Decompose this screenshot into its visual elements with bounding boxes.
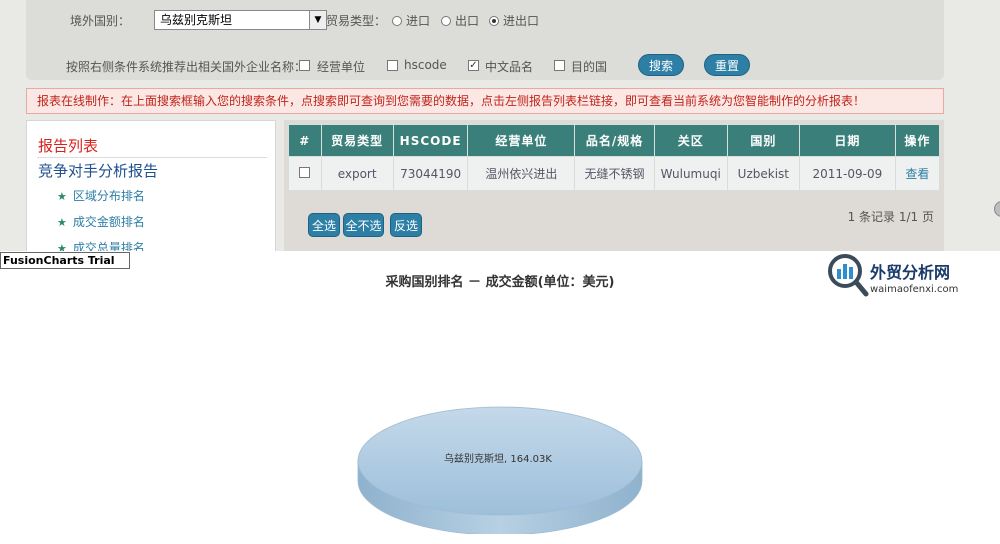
sidebar-item-label: 区域分布排名 — [72, 189, 145, 203]
search-box: 境外国别： 乌兹别克斯坦 ▼ 贸易类型： 进口 出口 进出口 按照右侧条件系统推… — [26, 0, 944, 80]
record-count: 1 条记录 1/1 页 — [847, 210, 934, 224]
sidebar-item-label: 成交总量排名 — [72, 241, 145, 251]
cell-date: 2011-09-09 — [799, 156, 896, 191]
cell-hscode: 73044190 — [392, 156, 469, 191]
cell-product: 无缝不锈钢 — [574, 156, 655, 191]
col-country: 国别 — [726, 124, 801, 157]
checkbox-business-unit[interactable] — [299, 60, 310, 71]
table-row: export 73044190 温州依兴进出 无缝不锈钢 Wulumuqi Uz… — [288, 156, 941, 191]
reset-button[interactable]: 重置 — [704, 54, 750, 76]
row-checkbox[interactable] — [299, 166, 311, 178]
col-business-unit: 经营单位 — [467, 124, 576, 157]
sidebar-item-volume-rank[interactable]: ★ 成交总量排名 — [57, 239, 145, 251]
pie-chart: 乌兹别克斯坦, 164.03K — [357, 406, 643, 534]
col-date: 日期 — [799, 124, 896, 157]
table-header-row: # 贸易类型 HSCODE 经营单位 品名/规格 关区 国别 日期 操作 — [288, 124, 941, 157]
star-icon: ★ — [57, 242, 67, 251]
cell-customs: Wulumuqi — [653, 156, 728, 191]
magnifier-chart-icon — [828, 254, 869, 297]
select-all-button[interactable]: 全选 — [308, 213, 340, 237]
search-panel: 境外国别： 乌兹别克斯坦 ▼ 贸易类型： 进口 出口 进出口 按照右侧条件系统推… — [0, 0, 1000, 251]
cell-trade-type: export — [320, 156, 394, 191]
col-product: 品名/规格 — [574, 124, 655, 157]
star-icon: ★ — [57, 216, 67, 229]
competitor-report-heading: 竞争对手分析报告 — [38, 162, 159, 180]
recommend-label: 按照右侧条件系统推荐出相关国外企业名称： — [66, 60, 307, 74]
col-trade-type: 贸易类型 — [320, 124, 394, 157]
divider — [37, 157, 267, 158]
cell-country: Uzbekist — [726, 156, 801, 191]
radio-export-label: 出口 — [455, 14, 480, 28]
radio-import[interactable] — [392, 16, 402, 26]
sidebar-item-amount-rank[interactable]: ★ 成交金额排名 — [57, 213, 145, 230]
brand-url: waimaofenxi.com — [870, 284, 959, 295]
checkbox-hscode[interactable] — [387, 60, 398, 71]
fusioncharts-trial-label: FusionCharts Trial — [0, 252, 130, 269]
country-label: 境外国别： — [70, 14, 131, 28]
results-panel: # 贸易类型 HSCODE 经营单位 品名/规格 关区 国别 日期 操作 exp… — [284, 120, 944, 251]
brand-name: 外贸分析网 — [870, 263, 951, 282]
country-select[interactable]: 乌兹别克斯坦 ▼ — [154, 10, 327, 30]
checkbox-business-unit-label: 经营单位 — [317, 60, 366, 74]
sidebar-item-region-rank[interactable]: ★ 区域分布排名 — [57, 187, 145, 204]
checkbox-cn-name-label: 中文品名 — [485, 60, 534, 74]
invert-selection-button[interactable]: 反选 — [390, 213, 422, 237]
col-action: 操作 — [894, 124, 941, 157]
col-hscode: HSCODE — [392, 124, 469, 157]
search-button[interactable]: 搜索 — [638, 54, 684, 76]
report-sidebar: 报告列表 竞争对手分析报告 ★ 区域分布排名 ★ 成交金额排名 ★ 成交总量排名 — [26, 120, 276, 251]
report-list-title: 报告列表 — [38, 137, 99, 155]
radio-export[interactable] — [441, 16, 451, 26]
radio-import-export-label: 进出口 — [503, 14, 540, 28]
select-none-button[interactable]: 全不选 — [343, 213, 384, 237]
sidebar-item-label: 成交金额排名 — [72, 215, 145, 229]
col-customs: 关区 — [653, 124, 728, 157]
trade-type-label: 贸易类型： — [326, 14, 387, 28]
country-value: 乌兹别克斯坦 — [160, 13, 233, 27]
notice-banner: 报表在线制作：在上面搜索框输入您的搜索条件，点搜索即可查询到您需要的数据，点击左… — [26, 88, 944, 114]
star-icon: ★ — [57, 190, 67, 203]
radio-import-label: 进口 — [406, 14, 431, 28]
results-table: # 贸易类型 HSCODE 经营单位 品名/规格 关区 国别 日期 操作 exp… — [288, 124, 941, 191]
checkbox-hscode-label: hscode — [404, 58, 447, 72]
brand-logo: 外贸分析网 waimaofenxi.com — [827, 253, 997, 303]
chevron-down-icon[interactable]: ▼ — [309, 11, 326, 29]
checkbox-cn-name[interactable]: ✓ — [468, 60, 479, 71]
checkbox-destination[interactable] — [554, 60, 565, 71]
cell-business-unit: 温州依兴进出 — [467, 156, 576, 191]
pie-slice-label: 乌兹别克斯坦, 164.03K — [444, 452, 552, 465]
view-link[interactable]: 查看 — [894, 156, 941, 191]
row-select-cell — [288, 156, 322, 191]
radio-import-export[interactable] — [489, 16, 499, 26]
scroll-handle-icon[interactable] — [994, 201, 1000, 217]
col-index: # — [288, 124, 322, 157]
checkbox-destination-label: 目的国 — [571, 60, 608, 74]
